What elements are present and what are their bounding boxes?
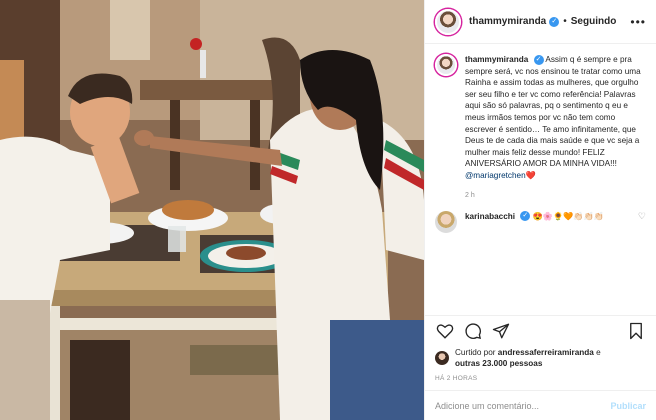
comment-input[interactable]: Adicione um comentário... xyxy=(435,401,610,411)
action-bar xyxy=(425,315,656,345)
follow-button[interactable]: Seguindo xyxy=(571,16,617,27)
commenter-avatar[interactable] xyxy=(435,210,457,233)
post-image xyxy=(0,0,424,420)
author-username[interactable]: thammymiranda xyxy=(469,16,546,27)
post-header: thammymiranda ✓ • Seguindo ••• xyxy=(425,0,656,44)
comment-text-block: karinabacchi ✓ 😍🌸🌻🧡👏🏻👏🏻👏🏻 xyxy=(465,211,635,233)
post-side-panel: thammymiranda ✓ • Seguindo ••• thammymir… xyxy=(424,0,656,420)
likes-prefix: Curtido por xyxy=(455,348,496,357)
comment-item: karinabacchi ✓ 😍🌸🌻🧡👏🏻👏🏻👏🏻 ♡ xyxy=(435,210,646,233)
caption: thammymiranda ✓ Assim q é sempre e pra s… xyxy=(435,54,646,182)
post-photo[interactable] xyxy=(0,0,424,420)
liker-avatar[interactable] xyxy=(435,351,449,365)
post-timestamp[interactable]: HÁ 2 HORAS xyxy=(425,369,656,390)
likes-joiner: e xyxy=(596,348,601,357)
more-icon[interactable]: ••• xyxy=(630,15,646,29)
comment-icon[interactable] xyxy=(463,321,483,341)
caption-text-block: thammymiranda ✓ Assim q é sempre e pra s… xyxy=(465,54,643,182)
likes-row: Curtido por andressaferreiramiranda e ou… xyxy=(425,347,656,369)
verified-icon: ✓ xyxy=(533,54,544,65)
bookmark-icon[interactable] xyxy=(626,321,646,341)
liker-username[interactable]: andressaferreiramiranda xyxy=(498,348,594,357)
separator-dot: • xyxy=(563,16,567,27)
likes-count[interactable]: outras 23.000 pessoas xyxy=(455,359,542,368)
caption-username[interactable]: thammymiranda xyxy=(465,55,528,64)
publish-button[interactable]: Publicar xyxy=(610,401,646,411)
add-comment-bar: Adicione um comentário... Publicar xyxy=(425,390,656,420)
caption-avatar[interactable] xyxy=(435,54,457,76)
heart-icon[interactable] xyxy=(435,321,455,341)
share-icon[interactable] xyxy=(491,321,511,341)
caption-text: Assim q é sempre e pra sempre será, vc n… xyxy=(465,55,641,169)
verified-icon: ✓ xyxy=(549,16,560,27)
caption-mention[interactable]: @mariagretchen xyxy=(465,171,526,180)
author-avatar[interactable] xyxy=(435,8,461,35)
comment-like-icon[interactable]: ♡ xyxy=(638,211,646,233)
likes-text: Curtido por andressaferreiramiranda e ou… xyxy=(455,347,601,369)
heart-emoji: ❤️ xyxy=(525,170,536,180)
commenter-username[interactable]: karinabacchi xyxy=(465,212,515,221)
instagram-post: thammymiranda ✓ • Seguindo ••• thammymir… xyxy=(0,0,656,420)
verified-icon: ✓ xyxy=(520,211,531,222)
comments-section: thammymiranda ✓ Assim q é sempre e pra s… xyxy=(425,44,656,315)
comment-text: 😍🌸🌻🧡👏🏻👏🏻👏🏻 xyxy=(532,211,604,221)
caption-time: 2 h xyxy=(465,191,475,199)
